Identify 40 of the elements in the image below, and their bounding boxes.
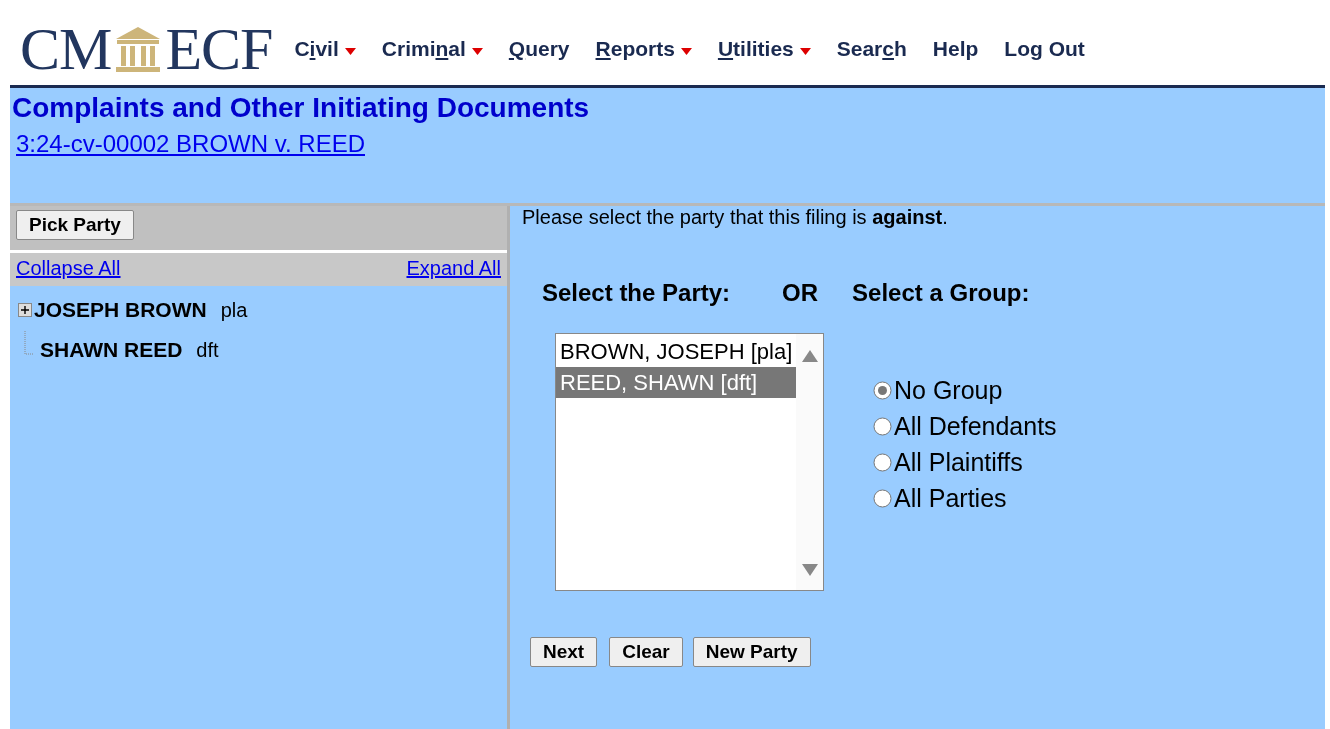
radio-label[interactable]: All Parties — [894, 484, 1007, 513]
menu-item[interactable]: Civil — [294, 36, 356, 61]
page-title: Complaints and Other Initiating Documents — [12, 92, 591, 124]
form-button[interactable]: New Party — [692, 637, 811, 667]
party-heading: Select the Party: — [542, 279, 731, 307]
group-heading: Select a Group: — [852, 279, 1030, 307]
expand-all-link[interactable]: Expand All — [406, 257, 501, 280]
case-link[interactable]: 3:24-cv-00002 BROWN v. REED — [16, 130, 365, 158]
form-button[interactable]: Next — [530, 637, 598, 667]
scroll-up-icon[interactable] — [801, 350, 818, 362]
pick-party-button[interactable]: Pick Party — [16, 210, 134, 240]
logo-text: ECF — [165, 18, 273, 79]
radio-label[interactable]: All Defendants — [894, 412, 1057, 441]
menu-item[interactable]: Query — [508, 36, 570, 61]
party-role: pla — [220, 298, 248, 322]
radio-button[interactable] — [873, 489, 892, 508]
or-label: OR — [782, 279, 819, 307]
radio-label[interactable]: All Plaintiffs — [894, 448, 1023, 477]
party-name[interactable]: SHAWN REED — [40, 338, 183, 362]
form-button[interactable]: Clear — [609, 637, 683, 667]
scroll-down-icon[interactable] — [801, 564, 818, 576]
menu-item[interactable]: Search — [836, 36, 907, 61]
menu-item[interactable]: Criminal — [381, 36, 483, 61]
party-option[interactable]: BROWN, JOSEPH [pla] — [556, 336, 797, 367]
expand-icon[interactable] — [18, 303, 32, 317]
menu-item[interactable]: Help — [932, 36, 979, 61]
menu-item[interactable]: Reports — [595, 36, 692, 61]
radio-button[interactable] — [873, 381, 892, 400]
menu-item[interactable]: Log Out — [1004, 36, 1085, 61]
instruction-text: Please select the party that this filing is against. — [522, 206, 949, 229]
radio-button[interactable] — [873, 417, 892, 436]
logo-text: CM — [20, 18, 112, 79]
radio-button[interactable] — [873, 453, 892, 472]
radio-label[interactable]: No Group — [894, 376, 1003, 405]
party-listbox[interactable]: BROWN, JOSEPH [pla] REED, SHAWN [dft] — [555, 333, 824, 591]
collapse-all-link[interactable]: Collapse All — [16, 257, 121, 280]
menu-item[interactable]: Utilities — [717, 36, 811, 61]
party-name[interactable]: JOSEPH BROWN — [34, 298, 207, 322]
party-option[interactable]: REED, SHAWN [dft] — [556, 367, 797, 398]
party-role: dft — [196, 338, 219, 362]
